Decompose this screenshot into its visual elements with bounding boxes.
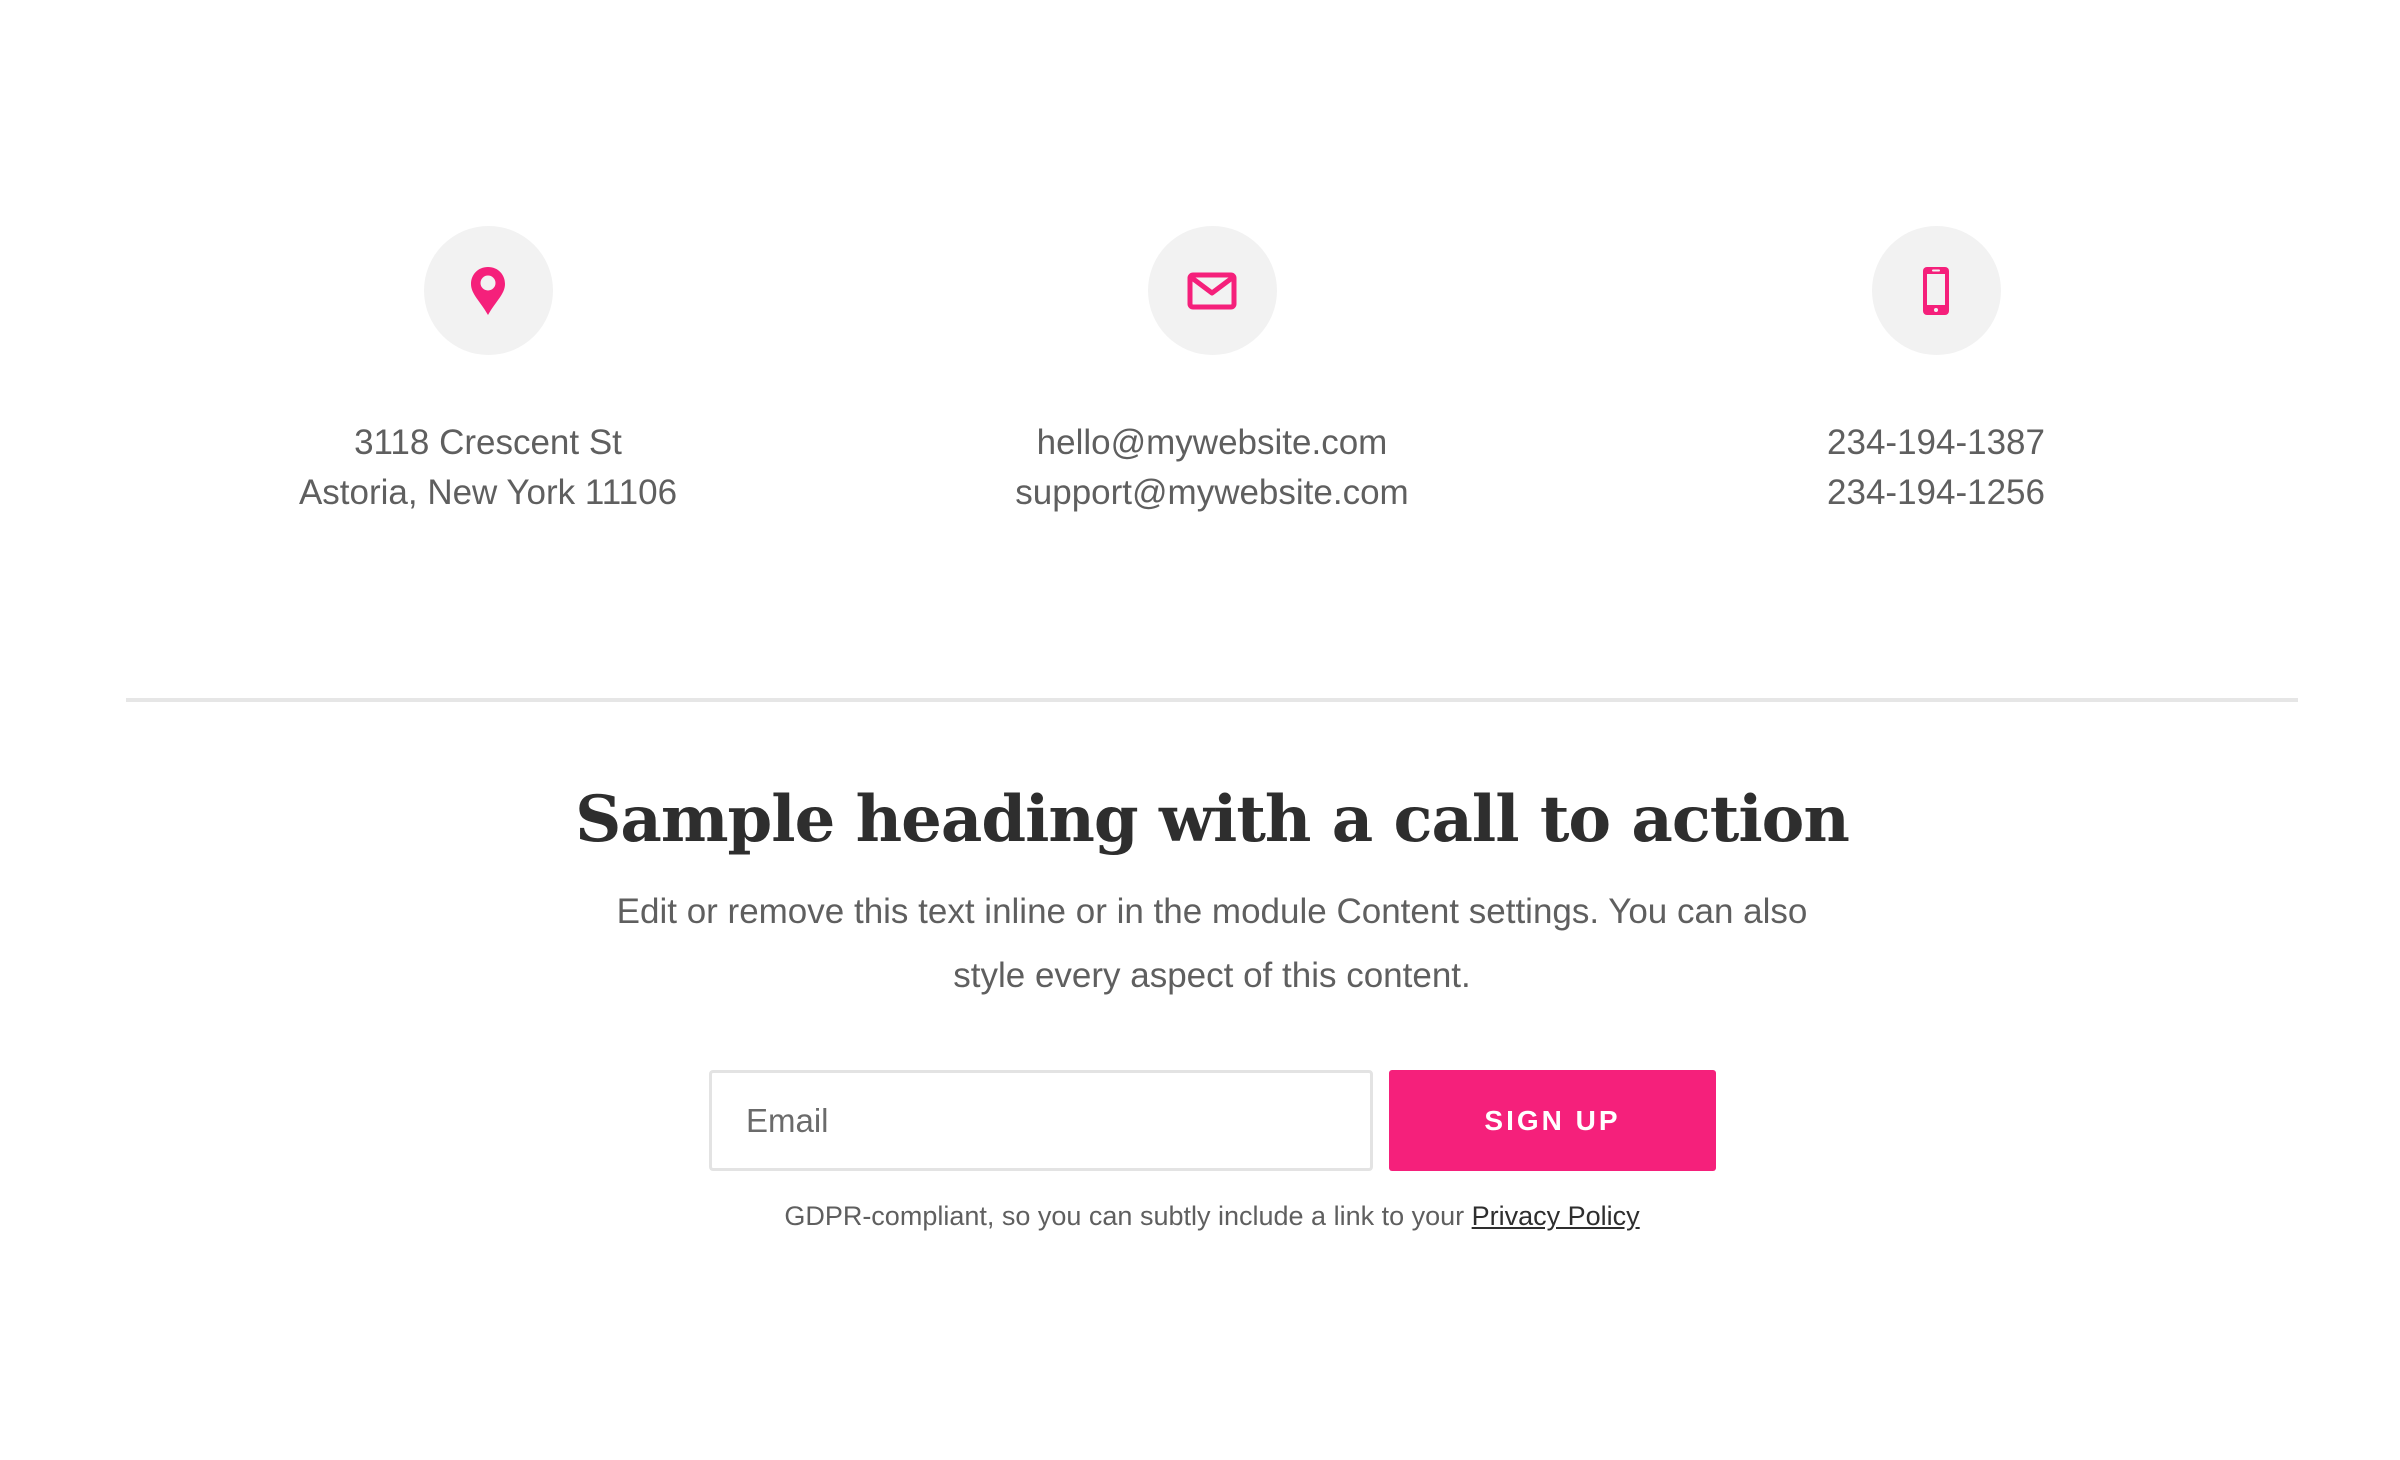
gdpr-note: GDPR-compliant, so you can subtly includ… [0,1196,2400,1236]
email-icon-circle [1147,226,1277,355]
email-line-1: hello@mywebsite.com [1036,423,1388,462]
sign-up-button[interactable]: SIGN UP [1389,1070,1716,1171]
contact-phone: 234-194-1387 234-194-1256 [1636,226,2236,518]
address-line-2: Astoria, New York 11106 [298,473,678,512]
section-divider [126,698,2298,702]
mobile-phone-icon [1923,266,1949,315]
phone-line-2: 234-194-1256 [1827,473,2045,512]
envelope-icon [1187,272,1237,309]
privacy-policy-link[interactable]: Privacy Policy [1472,1201,1640,1231]
phone-line-1: 234-194-1387 [1827,423,2045,462]
cta-heading: Sample heading with a call to action [575,782,1850,857]
address-text: 3118 Crescent St Astoria, New York 11106 [188,418,788,518]
contact-email: hello@mywebsite.com support@mywebsite.co… [912,226,1512,518]
gdpr-note-text: GDPR-compliant, so you can subtly includ… [784,1201,1472,1231]
phone-text: 234-194-1387 234-194-1256 [1636,418,2236,518]
email-input[interactable] [709,1070,1373,1171]
cta-description: Edit or remove this text inline or in th… [616,892,1808,995]
signup-form: SIGN UP [709,1070,1716,1171]
map-pin-icon [471,266,505,315]
address-icon-circle [423,226,553,355]
email-line-2: support@mywebsite.com [1015,473,1409,512]
contact-address: 3118 Crescent St Astoria, New York 11106 [188,226,788,518]
address-line-1: 3118 Crescent St [354,423,622,462]
email-text: hello@mywebsite.com support@mywebsite.co… [912,418,1512,518]
phone-icon-circle [1871,226,2001,355]
